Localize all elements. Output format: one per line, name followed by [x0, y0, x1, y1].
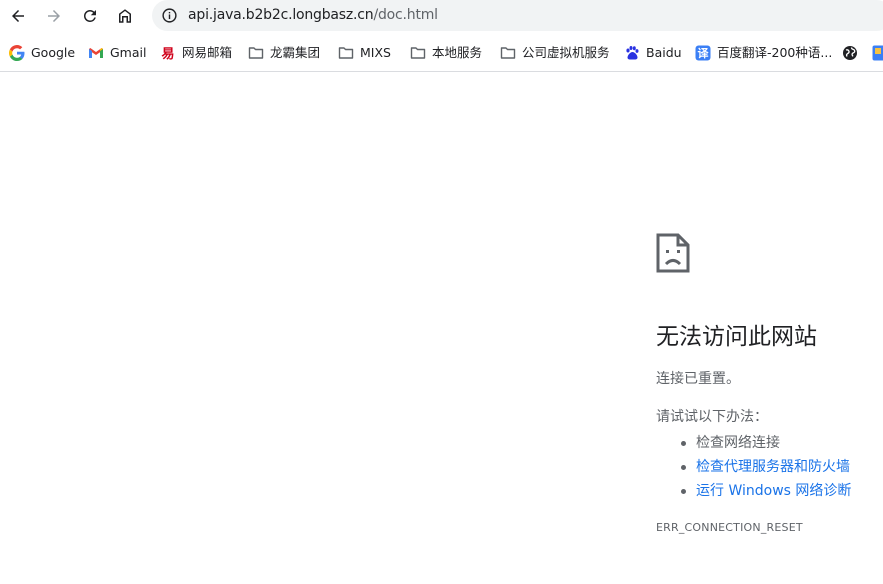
bookmark-label: 网易邮箱	[182, 45, 233, 60]
google-icon	[9, 45, 25, 61]
netease-mail-icon: 易	[160, 45, 176, 61]
bookmarks-bar: Google Gmail 易 网易邮箱 龙霸集团 MIXS 本地服务 公司虚拟机…	[0, 37, 883, 68]
bookmark-partial[interactable]	[872, 41, 883, 65]
gmail-icon	[88, 45, 104, 61]
globe-icon	[842, 45, 858, 61]
bookmark-label: Baidu	[646, 45, 682, 60]
bookmark-baidu-translate[interactable]: 译 百度翻译-200种语...	[695, 41, 832, 65]
bookmark-google[interactable]: Google	[9, 41, 75, 65]
suggestion-text: 检查网络连接	[696, 435, 780, 451]
reload-icon	[84, 9, 96, 22]
site-info-icon[interactable]	[160, 6, 179, 25]
svg-text:译: 译	[698, 47, 710, 60]
arrow-left-icon	[12, 10, 24, 22]
suggestions-list: 检查网络连接 检查代理服务器和防火墙 运行 Windows 网络诊断	[656, 431, 883, 503]
partial-bookmark-icon	[872, 45, 883, 61]
toolbar-divider	[0, 71, 883, 72]
error-detail: 连接已重置。	[656, 371, 740, 387]
suggestion-check-network: 检查网络连接	[656, 431, 883, 455]
browser-toolbar: api.java.b2b2c.longbasz.cn/doc.html	[0, 0, 883, 33]
home-icon	[119, 9, 131, 23]
folder-icon	[248, 45, 264, 61]
folder-icon	[410, 45, 426, 61]
bookmark-label: Gmail	[110, 45, 147, 60]
bookmark-baidu[interactable]: Baidu	[624, 41, 682, 65]
error-title: 无法访问此网站	[656, 324, 817, 350]
bookmark-label: MIXS	[360, 45, 391, 60]
bookmark-globe[interactable]	[842, 41, 864, 65]
home-button[interactable]	[111, 3, 139, 29]
url-text[interactable]: api.java.b2b2c.longbasz.cn/doc.html	[188, 6, 438, 25]
suggestion-check-proxy: 检查代理服务器和防火墙	[656, 455, 883, 479]
url-host: api.java.b2b2c.longbasz.cn	[188, 7, 374, 23]
baidu-paw-icon	[624, 45, 640, 61]
folder-icon	[338, 45, 354, 61]
arrow-right-icon	[48, 10, 60, 22]
bookmark-gmail[interactable]: Gmail	[88, 41, 146, 65]
bookmark-netease-mail[interactable]: 易 网易邮箱	[160, 41, 232, 65]
svg-text:易: 易	[161, 47, 174, 61]
bookmark-label: 龙霸集团	[270, 45, 321, 60]
bookmark-folder-mixs[interactable]: MIXS	[338, 41, 391, 65]
suggestions-heading: 请试试以下办法：	[656, 409, 768, 425]
forward-button[interactable]	[40, 3, 68, 29]
back-button[interactable]	[4, 3, 32, 29]
bookmark-label: 本地服务	[432, 45, 483, 60]
bookmark-folder-longba[interactable]: 龙霸集团	[248, 41, 320, 65]
bookmark-label: Google	[31, 45, 76, 60]
error-code: ERR_CONNECTION_RESET	[656, 521, 803, 534]
run-diagnostics-link[interactable]: 运行 Windows 网络诊断	[696, 483, 851, 499]
bookmark-label: 百度翻译-200种语...	[717, 45, 833, 60]
folder-icon	[500, 45, 516, 61]
bookmark-folder-local[interactable]: 本地服务	[410, 41, 482, 65]
url-path: /doc.html	[373, 7, 438, 23]
check-proxy-link[interactable]: 检查代理服务器和防火墙	[696, 459, 850, 475]
reload-button[interactable]	[76, 3, 104, 29]
baidu-translate-icon: 译	[695, 45, 711, 61]
address-bar[interactable]: api.java.b2b2c.longbasz.cn/doc.html	[152, 0, 883, 31]
bookmark-label: 公司虚拟机服务	[522, 45, 610, 60]
sad-page-icon	[656, 233, 690, 273]
suggestion-run-diagnostics: 运行 Windows 网络诊断	[656, 479, 883, 503]
bookmark-folder-vm[interactable]: 公司虚拟机服务	[500, 41, 610, 65]
